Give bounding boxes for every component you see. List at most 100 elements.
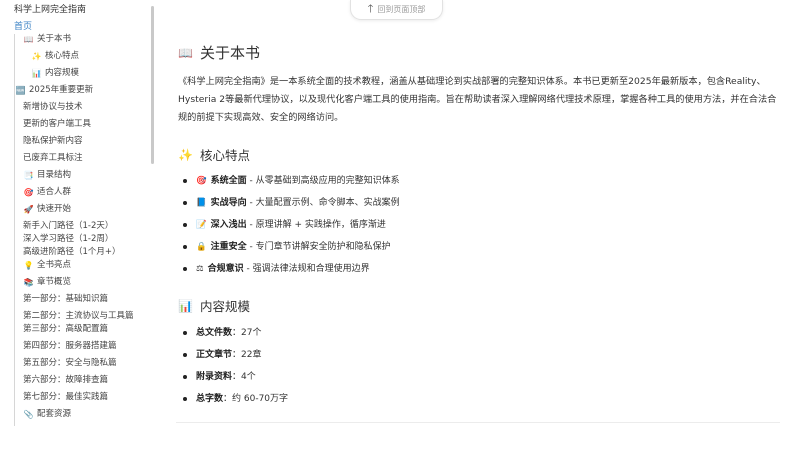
sidebar-item[interactable]: 新增协议与技术 — [15, 102, 154, 113]
sidebar-scrollbar[interactable] — [151, 6, 154, 164]
sidebar-item[interactable]: 第二部分：主流协议与工具篇 — [15, 311, 154, 322]
sidebar-item[interactable]: 隐私保护新内容 — [15, 136, 154, 147]
sidebar-item[interactable]: 📎 配套资源 — [15, 409, 154, 420]
sidebar-item-icon: 📊 — [31, 69, 42, 78]
sidebar-item-label: 2025年重要更新 — [29, 85, 94, 95]
sidebar-item-label: 配套资源 — [37, 409, 72, 419]
sidebar-item-icon: 💡 — [23, 261, 34, 270]
sidebar-item-label: 高级进阶路径（1个月+） — [23, 247, 121, 257]
scale-list: 总文件数：27个 正文章节：22章 附录资料：4个 总字数：约 60-70万字 — [183, 326, 288, 414]
scale-item: 附录资料：4个 — [183, 370, 288, 392]
about-intro: 《科学上网完全指南》是一本系统全面的技术教程，涵盖从基础理论到实战部署的完整知识… — [178, 76, 777, 123]
feature-name: 深入浅出 — [210, 220, 247, 230]
sidebar-item-label: 核心特点 — [45, 51, 80, 61]
sidebar-item[interactable]: 新手入门路径（1-2天） — [15, 221, 154, 232]
sidebar-item-label: 第四部分：服务器搭建篇 — [23, 341, 117, 351]
feature-item: 🎯 系统全面 - 从零基础到高级应用的完整知识体系 — [183, 174, 400, 196]
feature-item: ⚖ 合规意识 - 强调法律法规和合理使用边界 — [183, 262, 400, 284]
scale-value: ：4个 — [232, 372, 256, 382]
sidebar-item[interactable]: ✨ 核心特点 — [15, 51, 154, 62]
scale-title: 内容规模 — [199, 299, 250, 314]
sidebar-item-label: 第五部分：安全与隐私篇 — [23, 358, 117, 368]
feature-desc: - 强调法律法规和合理使用边界 — [243, 264, 370, 274]
sidebar: 科学上网完全指南 首页 📖 关于本书 ✨ 核心特点 📊 内容规模 🆕 2025年重要更新 新增协… — [0, 0, 158, 452]
feature-icon: 🔒 — [196, 242, 207, 252]
feature-name: 系统全面 — [210, 176, 247, 186]
feature-desc: - 原理讲解 + 实践操作，循序渐进 — [246, 220, 386, 230]
sidebar-item[interactable]: 第七部分：最佳实践篇 — [15, 392, 154, 403]
bar-chart-icon: 📊 — [178, 298, 193, 313]
sidebar-book-title[interactable]: 科学上网完全指南 — [14, 2, 86, 15]
feature-item: 🔒 注重安全 - 专门章节讲解安全防护和隐私保护 — [183, 240, 400, 262]
scale-label: 总字数 — [196, 394, 224, 404]
sidebar-item-label: 适合人群 — [37, 187, 72, 197]
scale-value: ：22章 — [232, 350, 262, 360]
feature-name: 实战导向 — [210, 198, 247, 208]
sidebar-item-label: 第一部分：基础知识篇 — [23, 294, 109, 304]
scale-item: 总字数：约 60-70万字 — [183, 392, 288, 414]
scale-label: 总文件数 — [196, 328, 233, 338]
sidebar-item-label: 第六部分：故障排查篇 — [23, 375, 109, 385]
sidebar-item-label: 关于本书 — [37, 34, 72, 44]
sidebar-item-icon: 🆕 — [15, 86, 26, 95]
sparkles-icon: ✨ — [178, 147, 193, 162]
feature-icon: 📝 — [196, 220, 207, 230]
sidebar-item[interactable]: 🚀 快速开始 — [15, 204, 154, 215]
scale-heading: 📊 内容规模 — [178, 296, 250, 315]
about-title: 关于本书 — [199, 44, 260, 62]
sidebar-item-label: 全书亮点 — [37, 260, 72, 270]
sidebar-item-icon: 🎯 — [23, 188, 34, 197]
feature-desc: - 专门章节讲解安全防护和隐私保护 — [246, 242, 391, 252]
scale-value: ：约 60-70万字 — [223, 394, 289, 404]
sidebar-item[interactable]: 第四部分：服务器搭建篇 — [15, 341, 154, 352]
sidebar-item-icon: 📚 — [23, 278, 34, 287]
sidebar-item[interactable]: 第五部分：安全与隐私篇 — [15, 358, 154, 369]
features-list: 🎯 系统全面 - 从零基础到高级应用的完整知识体系 📘 实战导向 - 大量配置示例、命… — [183, 174, 400, 284]
sidebar-item[interactable]: 📊 内容规模 — [15, 68, 154, 79]
section-divider — [176, 422, 780, 423]
sidebar-item[interactable]: 🎯 适合人群 — [15, 187, 154, 198]
sidebar-item[interactable]: 第一部分：基础知识篇 — [15, 294, 154, 305]
feature-icon: 📘 — [196, 198, 207, 208]
sidebar-item-label: 快速开始 — [37, 204, 72, 214]
book-icon: 📖 — [178, 45, 193, 60]
sidebar-item[interactable]: 📚 章节概览 — [15, 277, 154, 288]
sidebar-item[interactable]: 第三部分：高级配置篇 — [15, 324, 154, 335]
sidebar-item-label: 隐私保护新内容 — [23, 136, 83, 146]
back-to-top-button[interactable]: 🡑 回到页面顶部 — [350, 0, 443, 20]
sidebar-item[interactable]: 高级进阶路径（1个月+） — [15, 247, 154, 258]
feature-item: 📘 实战导向 - 大量配置示例、命令脚本、实战案例 — [183, 196, 400, 218]
sidebar-item[interactable]: 🆕 2025年重要更新 — [15, 85, 154, 96]
feature-item: 📝 深入浅出 - 原理讲解 + 实践操作，循序渐进 — [183, 218, 400, 240]
scale-value: ：27个 — [232, 328, 262, 338]
sidebar-item[interactable]: 第六部分：故障排查篇 — [15, 375, 154, 386]
sidebar-item-label: 目录结构 — [37, 170, 72, 180]
sidebar-item[interactable]: 更新的客户端工具 — [15, 119, 154, 130]
features-title: 核心特点 — [199, 148, 250, 163]
arrow-up-icon: 🡑 — [367, 2, 374, 15]
sidebar-item-label: 更新的客户端工具 — [23, 119, 92, 129]
sidebar-item-label: 第三部分：高级配置篇 — [23, 324, 109, 334]
sidebar-item[interactable]: 📑 目录结构 — [15, 170, 154, 181]
sidebar-toc: 📖 关于本书 ✨ 核心特点 📊 内容规模 🆕 2025年重要更新 新增协议与技术 更新的客户端工具… — [14, 34, 154, 426]
feature-icon: ⚖ — [196, 264, 204, 274]
sidebar-item-label: 深入学习路径（1-2周） — [23, 234, 114, 244]
scale-item: 总文件数：27个 — [183, 326, 288, 348]
sidebar-item[interactable]: 📖 关于本书 — [15, 34, 154, 45]
sidebar-item[interactable]: 已废弃工具标注 — [15, 153, 154, 164]
sidebar-item[interactable]: 💡 全书亮点 — [15, 260, 154, 271]
sidebar-item-label: 已废弃工具标注 — [23, 153, 83, 163]
sidebar-item-label: 第七部分：最佳实践篇 — [23, 392, 109, 402]
sidebar-item[interactable]: 深入学习路径（1-2周） — [15, 234, 154, 245]
features-heading: ✨ 核心特点 — [178, 145, 250, 164]
sidebar-item-label: 章节概览 — [37, 277, 72, 287]
feature-name: 注重安全 — [210, 242, 247, 252]
sidebar-item-icon: 🚀 — [23, 205, 34, 214]
back-to-top-label: 回到页面顶部 — [377, 5, 426, 14]
feature-desc: - 从零基础到高级应用的完整知识体系 — [246, 176, 400, 186]
sidebar-item-label: 内容规模 — [45, 68, 80, 78]
feature-icon: 🎯 — [196, 176, 207, 186]
feature-name: 合规意识 — [207, 264, 244, 274]
sidebar-home-link[interactable]: 首页 — [14, 19, 32, 32]
scale-label: 附录资料 — [196, 372, 233, 382]
